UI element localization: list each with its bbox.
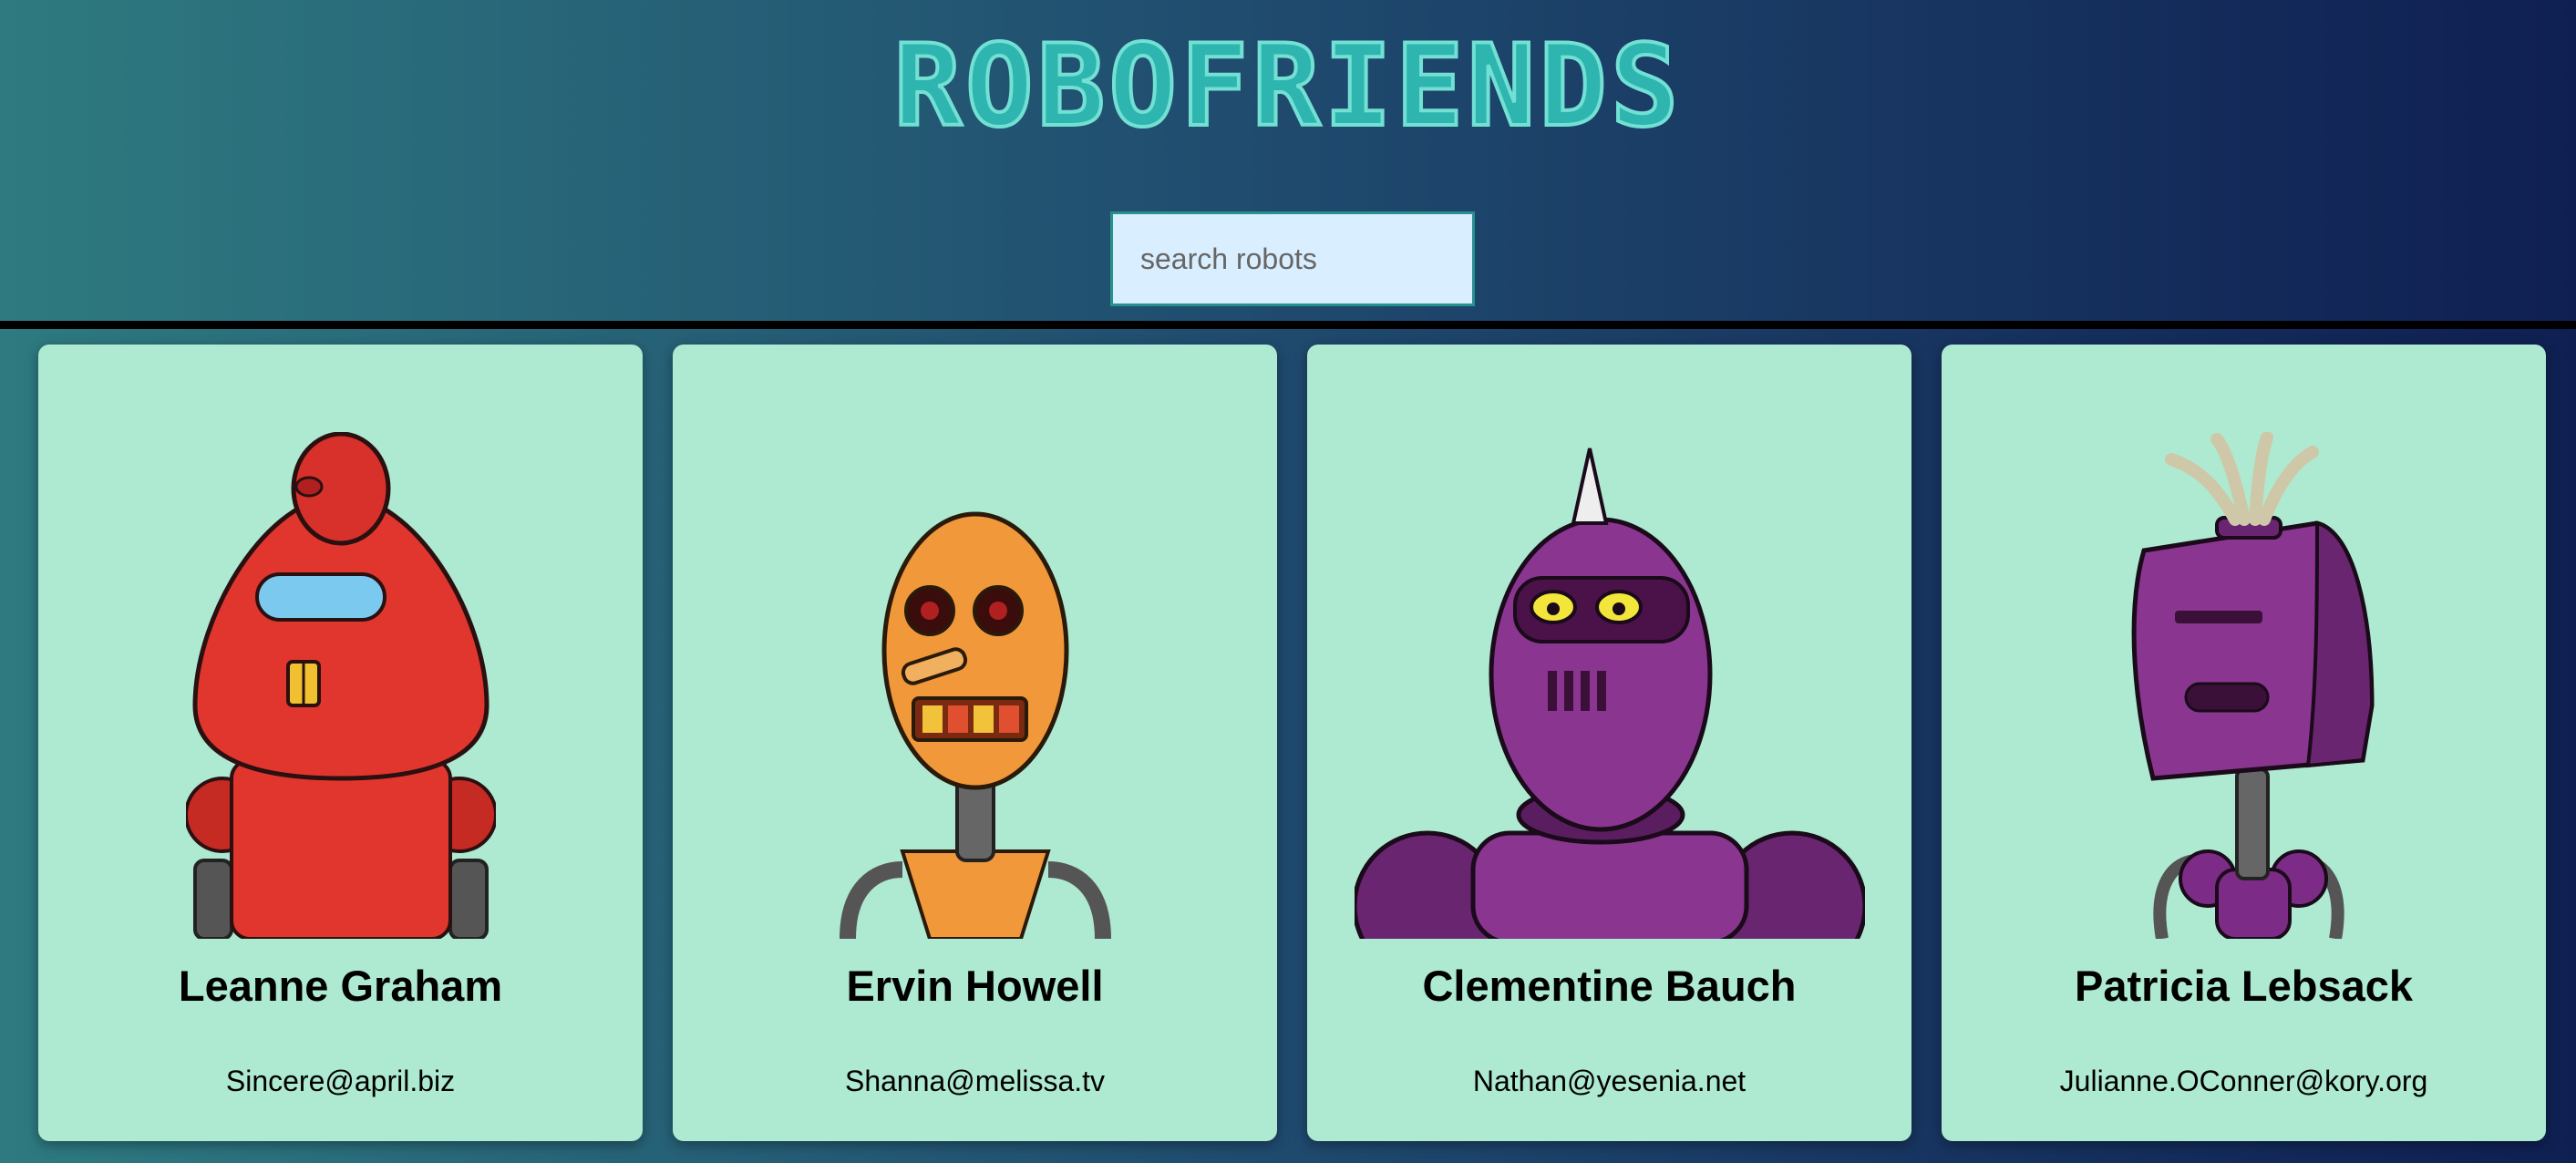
robot-card[interactable]: Leanne Graham Sincere@april.biz [38,345,643,1141]
robot-email: Julianne.OConner@kory.org [2059,1065,2428,1097]
robot-card[interactable]: Patricia Lebsack Julianne.OConner@kory.o… [1942,345,2546,1141]
robot-card[interactable]: Ervin Howell Shanna@melissa.tv [673,345,1277,1141]
robot-email: Sincere@april.biz [225,1065,456,1097]
card-list[interactable]: Leanne Graham Sincere@april.biz Ervin Ho… [0,329,2576,1163]
robot-name: Ervin Howell [846,962,1104,1010]
robot-card[interactable]: Clementine Bauch Nathan@yesenia.net [1307,345,1911,1141]
purple-robot-avatar [1354,448,1865,939]
robot-name: Patricia Lebsack [2075,962,2413,1010]
robot-email: Shanna@melissa.tv [844,1065,1106,1097]
robot-name: Clementine Bauch [1422,962,1797,1010]
robot-name: Leanne Graham [178,962,503,1010]
header-divider [0,321,2576,329]
robot-email: Nathan@yesenia.net [1472,1065,1747,1097]
header: ROBOFRIENDS [0,0,2576,321]
violet-robot-avatar [2131,432,2375,939]
orange-robot-avatar [839,511,1111,939]
app-title: ROBOFRIENDS [891,21,1683,152]
search-input[interactable] [1110,211,1475,306]
red-robot-avatar [185,432,496,939]
